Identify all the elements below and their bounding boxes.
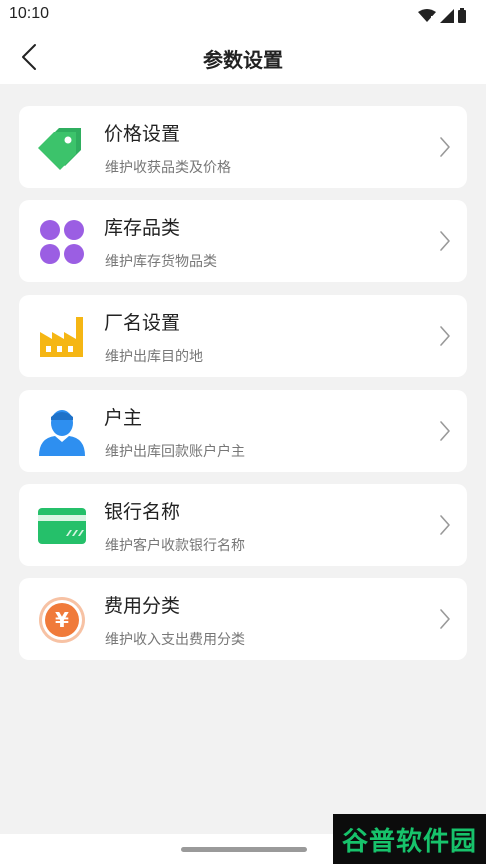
category-grid-icon	[40, 220, 84, 264]
header-bar: 参数设置	[0, 30, 486, 84]
wifi-icon	[418, 9, 436, 22]
status-time: 10:10	[9, 5, 50, 22]
item-subtitle: 维护收获品类及价格	[105, 160, 231, 176]
status-icons	[418, 8, 466, 23]
chevron-right-icon	[440, 515, 450, 535]
settings-item-expense-category[interactable]: ¥ 费用分类 维护收入支出费用分类	[19, 578, 467, 660]
signal-icon	[440, 9, 454, 23]
item-title: 银行名称	[104, 501, 181, 523]
settings-item-account-owner[interactable]: 户主 维护出库回款账户户主	[19, 390, 467, 472]
battery-icon	[458, 8, 466, 23]
item-title: 厂名设置	[104, 312, 181, 334]
page-title: 参数设置	[203, 48, 283, 72]
item-subtitle: 维护库存货物品类	[105, 254, 217, 270]
factory-icon	[40, 317, 83, 357]
settings-item-factory-name[interactable]: 厂名设置 维护出库目的地	[19, 295, 467, 377]
price-tag-icon	[38, 128, 81, 170]
chevron-right-icon	[440, 137, 450, 157]
watermark: 谷普软件园	[333, 814, 486, 864]
chevron-right-icon	[440, 326, 450, 346]
item-title: 价格设置	[104, 123, 181, 145]
chevron-right-icon	[440, 609, 450, 629]
yuan-coin-icon: ¥	[39, 597, 85, 643]
chevron-right-icon	[440, 421, 450, 441]
item-subtitle: 维护出库目的地	[105, 349, 203, 365]
home-indicator[interactable]	[181, 847, 307, 852]
settings-item-inventory-category[interactable]: 库存品类 维护库存货物品类	[19, 200, 467, 282]
item-title: 户主	[104, 407, 143, 429]
status-bar: 10:10	[0, 0, 486, 30]
item-subtitle: 维护出库回款账户户主	[105, 444, 245, 460]
chevron-right-icon	[440, 231, 450, 251]
item-title: 库存品类	[104, 217, 181, 239]
item-subtitle: 维护收入支出费用分类	[105, 632, 245, 648]
item-subtitle: 维护客户收款银行名称	[105, 538, 245, 554]
bank-card-icon	[38, 508, 86, 544]
person-icon	[39, 410, 85, 456]
watermark-text: 谷普软件园	[341, 826, 477, 857]
item-title: 费用分类	[104, 595, 181, 617]
settings-item-bank-name[interactable]: 银行名称 维护客户收款银行名称	[19, 484, 467, 566]
settings-item-price[interactable]: 价格设置 维护收获品类及价格	[19, 106, 467, 188]
svg-text:¥: ¥	[55, 608, 69, 632]
